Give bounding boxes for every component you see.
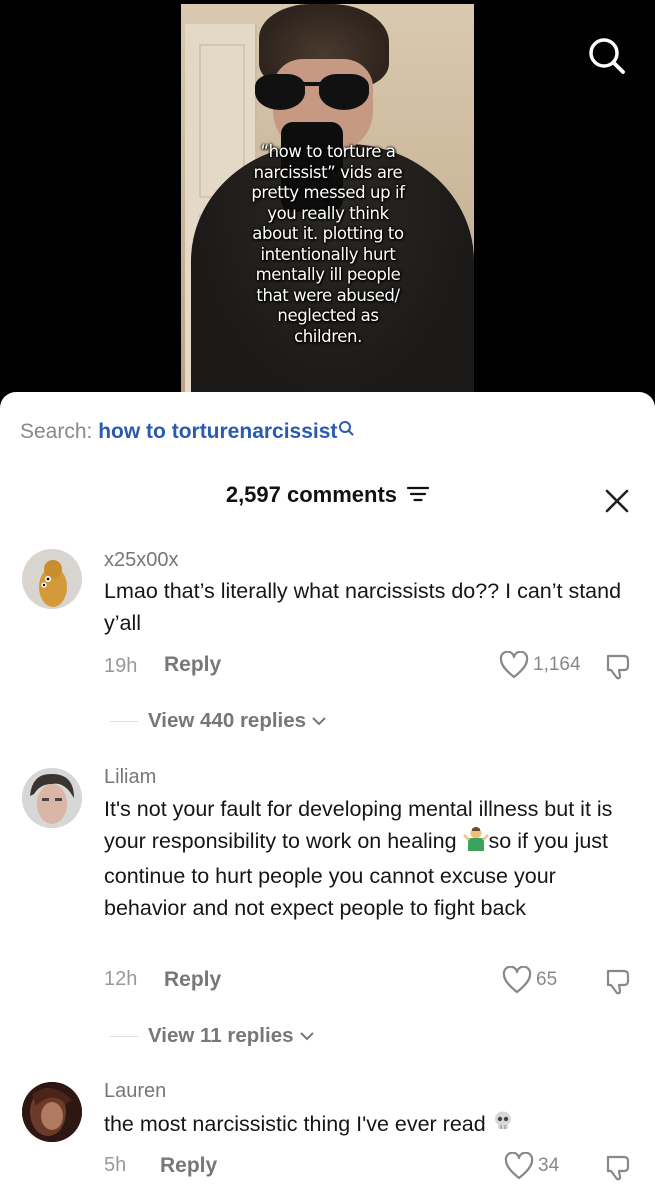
search-icon[interactable]: [587, 36, 627, 76]
reply-button[interactable]: Reply: [164, 968, 221, 992]
like-count: 65: [536, 969, 558, 990]
like-button[interactable]: 65: [502, 966, 557, 994]
avatar[interactable]: [22, 768, 82, 828]
comments-sheet: Search: how to torturenarcissist 2,597 c…: [0, 392, 655, 1199]
dislike-icon[interactable]: [603, 1153, 631, 1181]
search-suggestion[interactable]: Search: how to torturenarcissist: [20, 420, 354, 444]
dislike-icon[interactable]: [603, 652, 631, 680]
search-prefix: Search:: [20, 420, 93, 443]
comment-time: 12h: [104, 968, 138, 990]
person-shrugging-emoji: [462, 825, 489, 860]
heart-icon: [499, 651, 529, 679]
comment-time: 19h: [104, 655, 138, 677]
view-replies-button[interactable]: View 11 replies: [110, 1024, 314, 1048]
avatar[interactable]: [22, 549, 82, 609]
skull-emoji: [492, 1109, 514, 1141]
sort-filter-icon[interactable]: [407, 483, 430, 509]
video-player[interactable]: “how to torture a narcissist” vids are p…: [181, 4, 474, 404]
search-small-icon: [337, 420, 354, 443]
like-button[interactable]: 1,164: [499, 651, 581, 679]
like-button[interactable]: 34: [504, 1152, 559, 1180]
view-replies-label: View 440 replies: [148, 709, 307, 732]
chevron-down-icon: [299, 1032, 314, 1041]
avatar[interactable]: [22, 1082, 82, 1142]
comment-text: the most narcissistic thing I've ever re…: [104, 1108, 634, 1141]
reply-button[interactable]: Reply: [160, 1154, 217, 1178]
comment-time: 5h: [104, 1154, 127, 1176]
view-replies-label: View 11 replies: [148, 1024, 294, 1047]
video-caption-overlay: “how to torture a narcissist” vids are p…: [251, 142, 405, 346]
comment-username[interactable]: Lauren: [104, 1080, 166, 1103]
heart-icon: [502, 966, 532, 994]
comment-count: 2,597 comments: [225, 482, 398, 507]
dislike-icon[interactable]: [603, 967, 631, 995]
heart-icon: [504, 1152, 534, 1180]
view-replies-button[interactable]: View 440 replies: [110, 709, 326, 733]
comments-header: 2,597 comments: [0, 482, 655, 509]
chevron-down-icon: [312, 717, 326, 726]
search-query-link[interactable]: how to torturenarcissist: [98, 420, 337, 443]
sunglasses: [255, 74, 371, 114]
comment-username[interactable]: Liliam: [104, 766, 156, 789]
reply-button[interactable]: Reply: [164, 653, 221, 677]
comment-username[interactable]: x25x00x: [104, 549, 179, 572]
like-count: 34: [538, 1155, 560, 1176]
close-icon[interactable]: [604, 488, 630, 514]
comment-text: Lmao that’s literally what narcissists d…: [104, 579, 622, 635]
like-count: 1,164: [533, 654, 581, 675]
comment-text: It's not your fault for developing menta…: [104, 797, 613, 920]
